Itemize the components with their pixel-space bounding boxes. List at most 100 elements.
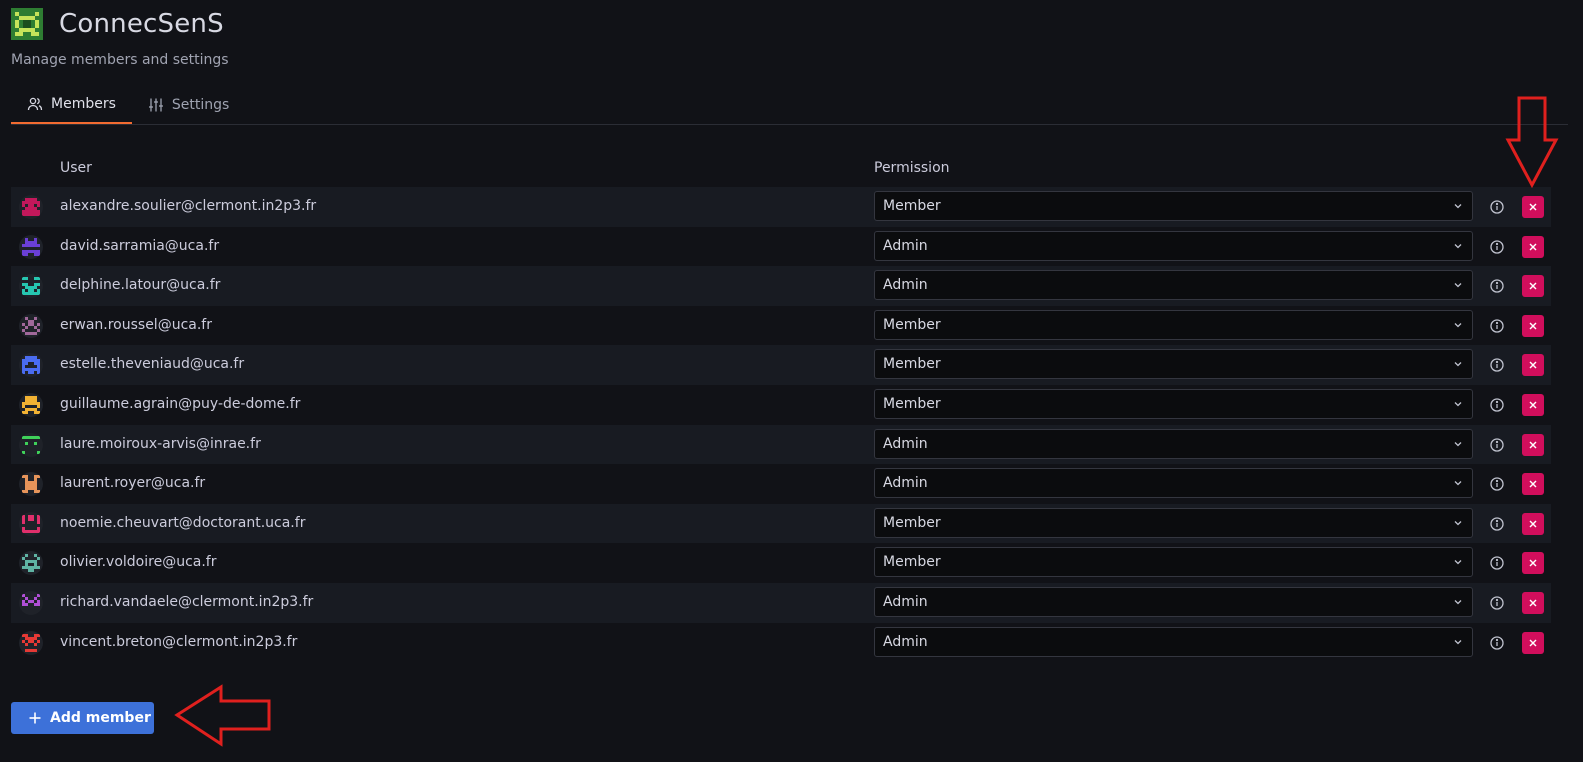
remove-member-button[interactable] — [1522, 314, 1544, 337]
permission-select[interactable]: Admin — [874, 586, 1473, 617]
remove-member-button[interactable] — [1522, 393, 1544, 416]
remove-member-button[interactable] — [1522, 354, 1544, 377]
permission-select[interactable]: Member — [874, 309, 1473, 340]
tab-settings-label: Settings — [171, 97, 230, 113]
remove-member-button[interactable] — [1522, 591, 1544, 614]
info-icon — [1490, 517, 1504, 531]
member-info-button[interactable] — [1489, 437, 1505, 453]
team-name: ConnecSenS — [59, 9, 224, 39]
avatar-identicon-icon — [19, 551, 43, 576]
tab-settings[interactable]: Settings — [132, 86, 245, 124]
avatar — [19, 353, 43, 378]
table-row: alexandre.soulier@clermont.in2p3.fr Membe… — [11, 187, 1551, 227]
permission-select[interactable]: Admin — [874, 230, 1473, 261]
tab-members[interactable]: Members — [11, 86, 132, 124]
member-info-button[interactable] — [1489, 595, 1505, 611]
permission-value: Admin — [883, 475, 928, 492]
permission-select[interactable]: Admin — [874, 270, 1473, 301]
member-email: david.sarramia@uca.fr — [60, 237, 220, 254]
add-member-label: Add member — [50, 710, 151, 726]
permission-select[interactable]: Member — [874, 191, 1473, 221]
chevron-down-icon — [1454, 639, 1462, 644]
member-email: olivier.voldoire@uca.fr — [60, 554, 217, 571]
table-row: olivier.voldoire@uca.fr Member — [11, 543, 1551, 583]
member-info-button[interactable] — [1489, 239, 1505, 255]
remove-member-button[interactable] — [1522, 473, 1544, 496]
close-icon — [1529, 401, 1537, 409]
close-icon — [1529, 599, 1537, 607]
chevron-down-icon — [1454, 560, 1462, 565]
chevron-down-icon — [1454, 520, 1462, 526]
member-email: estelle.theveniaud@uca.fr — [60, 356, 245, 373]
info-icon — [1490, 358, 1504, 373]
permission-value: Admin — [883, 593, 928, 610]
table-row: noemie.cheuvart@doctorant.uca.fr Member — [11, 503, 1551, 544]
close-icon — [1529, 322, 1537, 330]
column-header-user: User — [60, 160, 92, 176]
permission-value: Member — [883, 316, 941, 333]
member-email: guillaume.agrain@puy-de-dome.fr — [60, 395, 301, 412]
member-email: alexandre.soulier@clermont.in2p3.fr — [60, 198, 317, 214]
table-row: guillaume.agrain@puy-de-dome.fr Member — [11, 385, 1551, 425]
close-icon — [1529, 243, 1537, 251]
remove-member-button[interactable] — [1522, 552, 1544, 575]
permission-value: Admin — [883, 633, 928, 650]
info-icon — [1490, 596, 1504, 610]
member-info-button[interactable] — [1489, 199, 1505, 215]
column-header-permission: Permission — [874, 160, 950, 176]
member-info-button[interactable] — [1489, 278, 1505, 294]
member-info-button[interactable] — [1489, 516, 1505, 532]
permission-value: Admin — [883, 435, 928, 452]
permission-select[interactable]: Member — [874, 507, 1473, 538]
avatar — [19, 551, 43, 576]
permission-select[interactable]: Member — [874, 349, 1473, 380]
remove-member-button[interactable] — [1522, 235, 1544, 258]
close-icon — [1529, 639, 1537, 647]
close-icon — [1529, 361, 1537, 369]
avatar-identicon-icon — [19, 392, 43, 417]
members-table-header: User Permission — [11, 158, 1551, 180]
permission-select[interactable]: Admin — [874, 626, 1473, 657]
avatar-identicon-icon — [19, 432, 43, 457]
members-table: alexandre.soulier@clermont.in2p3.fr Membe… — [11, 187, 1551, 662]
chevron-down-icon — [1454, 243, 1462, 249]
close-icon — [1529, 559, 1537, 567]
permission-select[interactable]: Member — [874, 547, 1473, 578]
table-row: david.sarramia@uca.fr Admin — [11, 227, 1551, 267]
member-info-button[interactable] — [1489, 476, 1505, 492]
avatar — [19, 274, 43, 299]
permission-select[interactable]: Member — [874, 388, 1473, 419]
permission-value: Member — [883, 356, 941, 373]
permission-select[interactable]: Admin — [874, 428, 1473, 459]
close-icon — [1529, 441, 1537, 449]
remove-member-button[interactable] — [1522, 196, 1544, 218]
chevron-down-icon — [1454, 283, 1462, 288]
remove-member-button[interactable] — [1522, 433, 1544, 456]
member-email: erwan.roussel@uca.fr — [60, 316, 212, 333]
avatar — [19, 195, 43, 219]
info-icon — [1490, 239, 1504, 254]
avatar-identicon-icon — [19, 274, 43, 299]
info-icon — [1490, 437, 1504, 452]
permission-value: Member — [883, 514, 941, 531]
chevron-down-icon — [1454, 441, 1462, 446]
member-info-button[interactable] — [1489, 397, 1505, 413]
table-row: delphine.latour@uca.fr Admin — [11, 266, 1551, 306]
remove-member-button[interactable] — [1522, 275, 1544, 298]
remove-member-button[interactable] — [1522, 512, 1544, 535]
table-row: erwan.roussel@uca.fr Member — [11, 306, 1551, 346]
tab-members-label: Members — [51, 96, 116, 112]
member-email: delphine.latour@uca.fr — [60, 277, 221, 294]
member-email: richard.vandaele@clermont.in2p3.fr — [60, 593, 314, 610]
permission-select[interactable]: Admin — [874, 468, 1473, 499]
member-info-button[interactable] — [1489, 357, 1505, 373]
add-member-button[interactable]: Add member — [11, 702, 154, 734]
info-icon — [1490, 279, 1504, 293]
avatar-identicon-icon — [19, 630, 43, 655]
member-info-button[interactable] — [1489, 555, 1505, 571]
remove-member-button[interactable] — [1522, 631, 1544, 654]
chevron-down-icon — [1454, 481, 1462, 486]
member-info-button[interactable] — [1489, 635, 1505, 651]
member-email: laure.moiroux-arvis@inrae.fr — [60, 435, 261, 452]
member-info-button[interactable] — [1489, 318, 1505, 334]
